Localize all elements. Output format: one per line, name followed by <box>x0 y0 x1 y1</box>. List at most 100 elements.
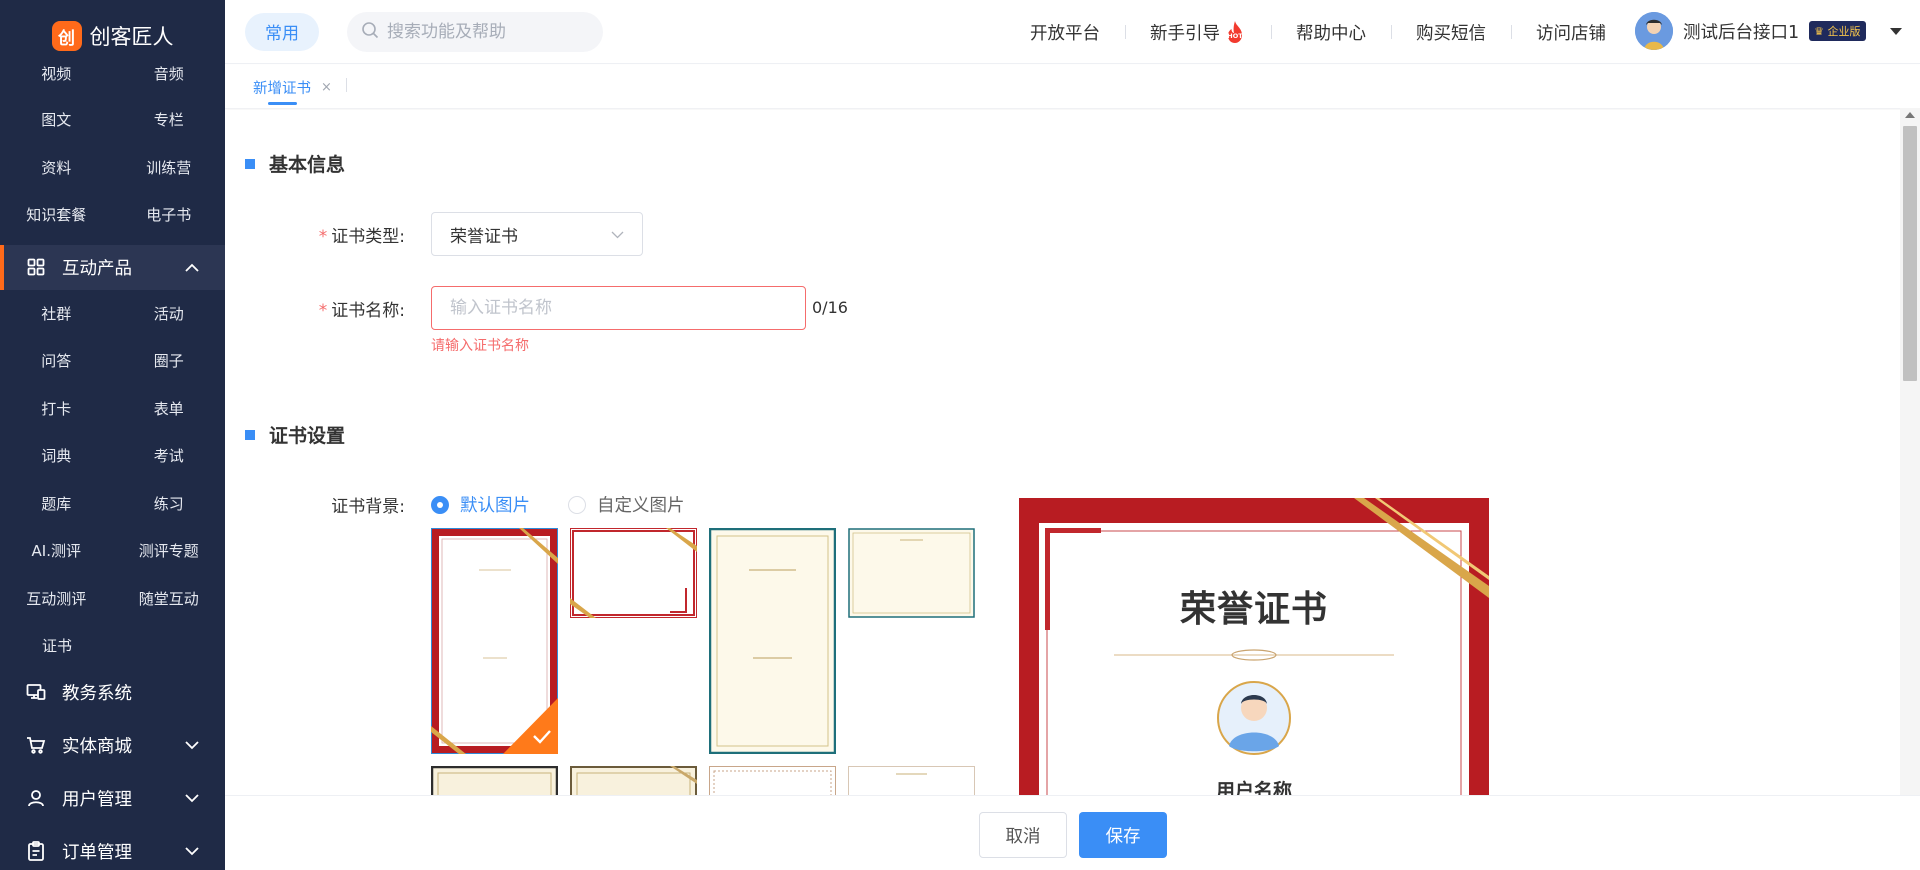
top-bar: 常用 开放平台 新手引导 HOT 帮助中心 购买短信 访问店铺 测试后台接口1 … <box>225 0 1920 64</box>
sidebar-item-qa[interactable]: 问答 <box>0 337 113 385</box>
sidebar-item-checkin[interactable]: 打卡 <box>0 385 113 433</box>
sidebar: 创 创客匠人 视频 音频 图文 专栏 资料 训练营 知识套餐 电子书 互动产品 … <box>0 0 225 870</box>
background-label: 证书背景: <box>225 492 405 517</box>
caret-down-icon[interactable] <box>1889 27 1902 35</box>
section-certificate-settings: 证书设置 <box>245 421 345 448</box>
sidebar-item-circle[interactable]: 圈子 <box>113 337 226 385</box>
sidebar-item-ai-assessment[interactable]: AI.测评 <box>0 527 113 575</box>
sidebar-item-assessment-topic[interactable]: 测评专题 <box>113 527 226 575</box>
common-button[interactable]: 常用 <box>245 12 319 51</box>
label-text: 证书背景: <box>331 497 405 517</box>
type-label: * 证书类型: <box>225 222 405 247</box>
sidebar-item-form[interactable]: 表单 <box>113 385 226 433</box>
template-thumb-ornate-frame[interactable] <box>709 766 836 795</box>
nav-link-label: 开放平台 <box>1030 23 1100 44</box>
template-thumb-gold-frame[interactable] <box>570 766 697 795</box>
chevron-up-icon <box>185 257 199 277</box>
certificate-name-input[interactable] <box>431 286 806 330</box>
sidebar-item-video[interactable]: 视频 <box>0 60 113 86</box>
top-nav: 开放平台 新手引导 HOT 帮助中心 购买短信 访问店铺 <box>1005 0 1631 64</box>
template-thumb-dark-frame[interactable] <box>431 766 558 795</box>
radio-dot <box>431 495 449 514</box>
search-icon <box>361 21 379 43</box>
sidebar-item-material[interactable]: 资料 <box>0 144 113 192</box>
form-footer: 取消 保存 <box>225 795 1920 870</box>
nav-beginner-guide[interactable]: 新手引导 HOT <box>1125 20 1271 45</box>
section-title: 基本信息 <box>269 154 346 176</box>
sidebar-item-community[interactable]: 社群 <box>0 290 113 338</box>
nav-link-label: 购买短信 <box>1416 23 1486 44</box>
preview-user-name: 用户名称 <box>1215 780 1292 795</box>
sidebar-group-label: 用户管理 <box>62 789 132 810</box>
sidebar-item-exam[interactable]: 考试 <box>113 432 226 480</box>
crown-icon: ♛ <box>1814 25 1825 38</box>
cart-icon <box>26 735 46 755</box>
tab-active-indicator <box>268 102 297 105</box>
section-basic-info: 基本信息 <box>245 150 345 177</box>
radio-dot <box>568 495 586 514</box>
hot-badge-label: HOT <box>1227 32 1243 40</box>
sidebar-item-bundle[interactable]: 知识套餐 <box>0 191 113 239</box>
sidebar-group-mall[interactable]: 实体商城 <box>0 723 225 768</box>
sidebar-item-question-bank[interactable]: 题库 <box>0 480 113 528</box>
sidebar-item-certificate[interactable]: 证书 <box>0 622 225 670</box>
close-icon[interactable]: × <box>321 80 332 95</box>
background-radio-group: 默认图片 自定义图片 <box>431 492 685 517</box>
sidebar-item-ebook[interactable]: 电子书 <box>113 191 226 239</box>
certificate-type-select[interactable]: 荣誉证书 <box>431 212 643 256</box>
nav-buy-sms[interactable]: 购买短信 <box>1391 20 1511 45</box>
nav-open-platform[interactable]: 开放平台 <box>1005 20 1125 45</box>
search-box[interactable] <box>347 11 603 52</box>
sidebar-item-practice[interactable]: 练习 <box>113 480 226 528</box>
sidebar-item-activity[interactable]: 活动 <box>113 290 226 338</box>
search-input[interactable] <box>387 21 587 42</box>
save-button[interactable]: 保存 <box>1079 812 1167 858</box>
scrollbar-thumb[interactable] <box>1903 126 1917 381</box>
tab-new-certificate[interactable]: 新增证书 × <box>253 77 332 98</box>
radio-label: 自定义图片 <box>597 496 685 516</box>
template-thumb-light-frame[interactable] <box>848 766 975 795</box>
clipboard-icon <box>26 841 46 861</box>
sidebar-group-orders[interactable]: 订单管理 <box>0 829 225 870</box>
hot-flame-icon: HOT <box>1224 20 1246 44</box>
required-mark: * <box>318 301 328 321</box>
template-thumb-red-portrait-selected[interactable] <box>431 528 558 754</box>
name-error-message: 请输入证书名称 <box>431 338 529 354</box>
user-menu[interactable]: 测试后台接口1 ♛ 企业版 <box>1635 12 1902 50</box>
sidebar-content-items: 视频 音频 图文 专栏 资料 训练营 知识套餐 电子书 <box>0 60 225 239</box>
sidebar-item-audio[interactable]: 音频 <box>113 60 226 86</box>
sidebar-item-dictionary[interactable]: 词典 <box>0 432 113 480</box>
sidebar-item-column[interactable]: 专栏 <box>113 96 226 144</box>
tab-label: 新增证书 <box>253 81 311 97</box>
radio-default-image[interactable]: 默认图片 <box>431 492 530 517</box>
template-thumb-teal-portrait[interactable] <box>709 528 836 754</box>
nav-help-center[interactable]: 帮助中心 <box>1271 20 1391 45</box>
select-value: 荣誉证书 <box>450 226 518 247</box>
sidebar-group-users[interactable]: 用户管理 <box>0 776 225 821</box>
content-scrollbar[interactable] <box>1900 108 1920 795</box>
required-mark: * <box>318 227 328 247</box>
grid-icon <box>26 257 46 277</box>
sidebar-group-interactive[interactable]: 互动产品 <box>0 244 225 290</box>
nav-visit-store[interactable]: 访问店铺 <box>1511 20 1631 45</box>
user-icon <box>26 788 46 808</box>
sidebar-item-camp[interactable]: 训练营 <box>113 144 226 192</box>
logo-icon: 创 <box>51 21 82 51</box>
section-title: 证书设置 <box>269 425 346 447</box>
sidebar-group-label: 实体商城 <box>62 736 132 757</box>
cancel-button[interactable]: 取消 <box>979 812 1067 858</box>
nav-link-label: 新手引导 <box>1150 23 1220 44</box>
main-content: 基本信息 *证书类型: 荣誉证书 *证书名称: 0/16 请输入证书名称 证书设… <box>225 110 1900 795</box>
radio-custom-image[interactable]: 自定义图片 <box>568 492 685 517</box>
scroll-up-arrow-icon[interactable] <box>1905 112 1915 118</box>
sidebar-group-label: 订单管理 <box>62 842 132 863</box>
sidebar-group-academic[interactable]: 教务系统 <box>0 670 225 715</box>
template-thumb-red-landscape[interactable] <box>570 528 697 618</box>
section-marker <box>245 429 255 440</box>
sidebar-item-interactive-assessment[interactable]: 互动测评 <box>0 575 113 623</box>
edition-badge: ♛ 企业版 <box>1809 21 1866 41</box>
template-thumb-teal-landscape[interactable] <box>848 528 975 618</box>
sidebar-item-class-interaction[interactable]: 随堂互动 <box>113 575 226 623</box>
sidebar-group-label: 教务系统 <box>62 683 132 704</box>
sidebar-item-article[interactable]: 图文 <box>0 96 113 144</box>
